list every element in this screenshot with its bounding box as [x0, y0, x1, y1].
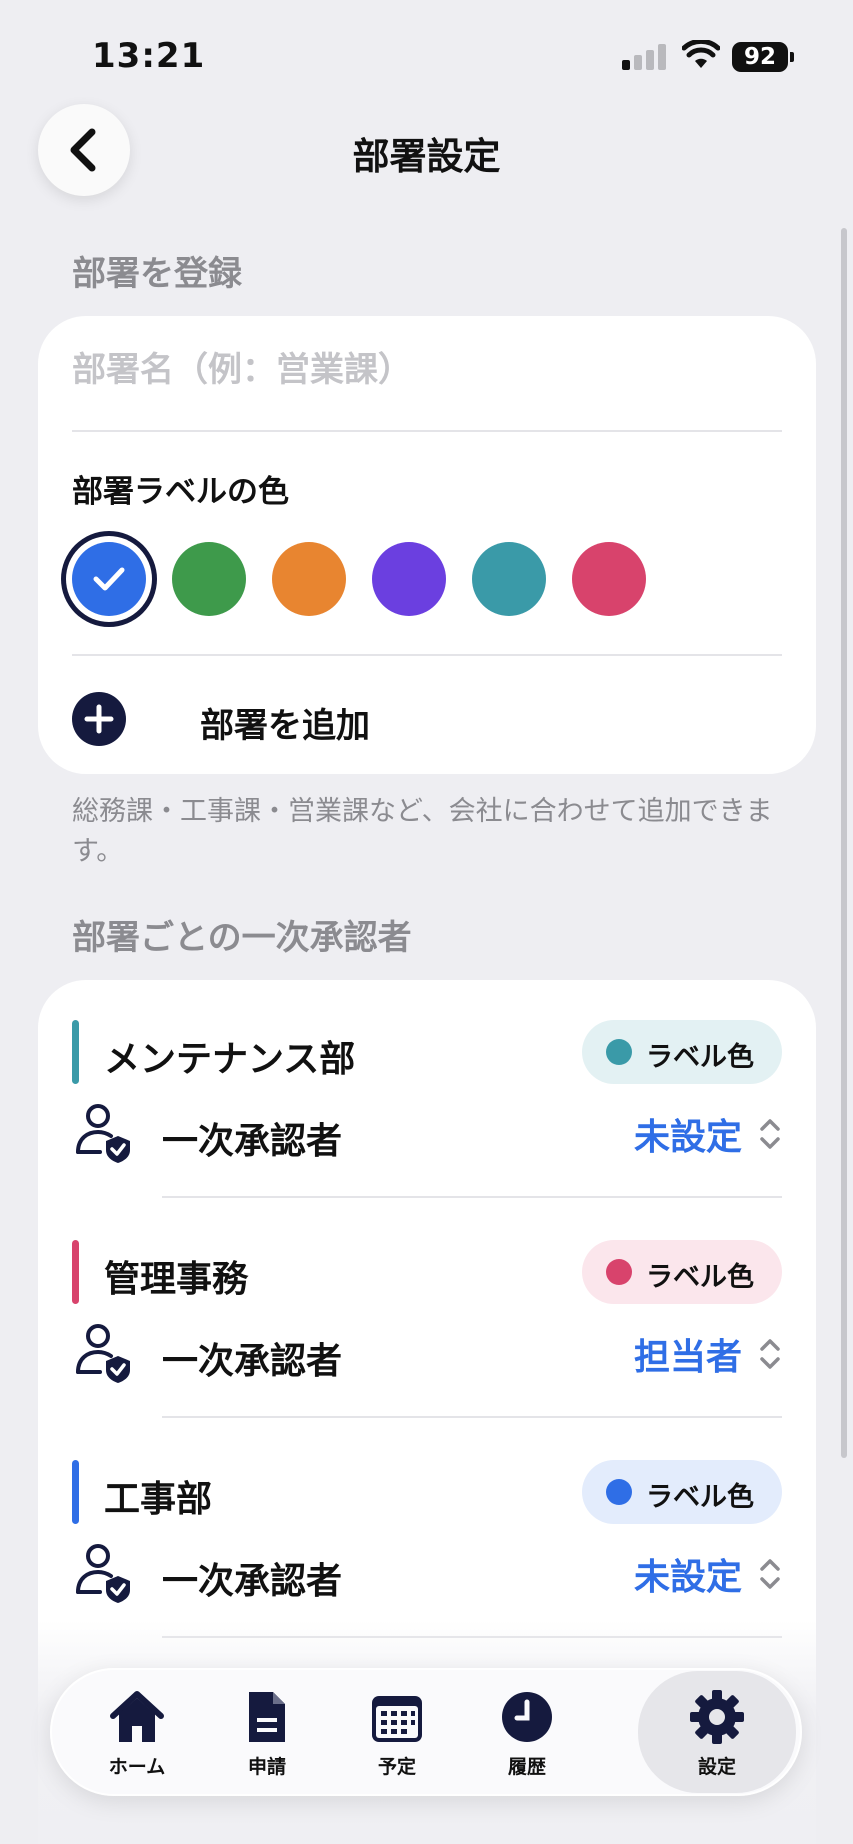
approver-value: 未設定	[633, 1117, 742, 1158]
divider	[72, 430, 782, 432]
tab-bar: ホーム 申請 予定 履歴 設定	[50, 1668, 802, 1796]
add-department-label: 部署を追加	[200, 706, 370, 746]
approver-value: 担当者	[633, 1337, 742, 1378]
status-bar: 13:21 92	[0, 0, 853, 110]
color-swatch[interactable]	[72, 542, 146, 616]
approver-select[interactable]: 未設定	[634, 1106, 782, 1162]
color-label: 部署ラベルの色	[72, 474, 289, 510]
badge-label: ラベル色	[646, 1042, 754, 1073]
department-name: 工事部	[104, 1479, 213, 1520]
department-row: 管理事務 ラベル色一次承認者 担当者	[38, 1200, 816, 1420]
department-row: メンテナンス部 ラベル色一次承認者 未設定	[38, 980, 816, 1200]
row-divider	[162, 1196, 782, 1198]
tab-history-label: 履歴	[507, 1756, 546, 1778]
tab-apply[interactable]: 申請	[202, 1670, 332, 1794]
label-color-badge[interactable]: ラベル色	[582, 1240, 782, 1304]
tab-home[interactable]: ホーム	[72, 1670, 202, 1794]
plus-icon	[72, 692, 126, 746]
add-department-button[interactable]: 部署を追加	[72, 676, 782, 762]
calendar-icon	[372, 1696, 422, 1742]
color-swatch[interactable]	[572, 542, 646, 616]
approver-select[interactable]: 担当者	[634, 1326, 782, 1382]
clock-icon	[502, 1692, 552, 1742]
chevron-up-down-icon	[760, 1119, 780, 1149]
department-name: 管理事務	[104, 1259, 249, 1300]
color-dot	[606, 1259, 632, 1285]
approver-label: 一次承認者	[162, 1561, 343, 1602]
department-color-bar	[72, 1020, 79, 1084]
color-swatch[interactable]	[372, 542, 446, 616]
color-dot	[606, 1039, 632, 1065]
divider	[72, 654, 782, 656]
status-time: 13:21	[92, 36, 206, 76]
wifi-icon	[682, 40, 720, 68]
tab-schedule[interactable]: 予定	[332, 1670, 462, 1794]
color-swatch[interactable]	[472, 542, 546, 616]
document-icon	[249, 1692, 285, 1742]
checkmark-icon	[72, 542, 146, 616]
tab-settings[interactable]: 設定	[652, 1670, 782, 1794]
department-name: メンテナンス部	[104, 1039, 356, 1080]
register-card: 部署ラベルの色 部署を追加	[38, 316, 816, 774]
color-dot	[606, 1479, 632, 1505]
approver-section-heading: 部署ごとの一次承認者	[72, 918, 412, 958]
department-color-bar	[72, 1460, 79, 1524]
color-swatch[interactable]	[172, 542, 246, 616]
person-check-icon	[76, 1324, 130, 1383]
page-title: 部署設定	[352, 135, 501, 178]
tab-apply-label: 申請	[247, 1756, 286, 1778]
home-icon	[110, 1691, 164, 1742]
approver-select[interactable]: 未設定	[634, 1546, 782, 1602]
tab-history[interactable]: 履歴	[462, 1670, 592, 1794]
battery-tip	[790, 52, 794, 62]
gear-icon	[690, 1690, 744, 1744]
register-section-heading: 部署を登録	[72, 254, 242, 294]
department-row: 工事部 ラベル色一次承認者 未設定	[38, 1420, 816, 1640]
approver-label: 一次承認者	[162, 1121, 343, 1162]
tab-home-label: ホーム	[108, 1756, 166, 1778]
color-swatch[interactable]	[272, 542, 346, 616]
label-color-badge[interactable]: ラベル色	[582, 1020, 782, 1084]
battery-indicator: 92	[732, 42, 788, 72]
tab-schedule-label: 予定	[377, 1756, 416, 1778]
tab-settings-label: 設定	[697, 1756, 736, 1778]
chevron-up-down-icon	[760, 1559, 780, 1589]
label-color-badge[interactable]: ラベル色	[582, 1460, 782, 1524]
department-color-bar	[72, 1240, 79, 1304]
person-check-icon	[76, 1104, 130, 1163]
chevron-up-down-icon	[760, 1339, 780, 1369]
badge-label: ラベル色	[646, 1482, 754, 1513]
helper-text: 総務課・工事課・営業課など、会社に合わせて追加できます。	[72, 796, 773, 867]
row-divider	[162, 1416, 782, 1418]
department-name-input[interactable]	[72, 350, 782, 390]
approver-label: 一次承認者	[162, 1341, 343, 1382]
scrollbar[interactable]	[841, 228, 847, 1458]
badge-label: ラベル色	[646, 1262, 754, 1293]
approver-value: 未設定	[633, 1557, 742, 1598]
signal-icon	[622, 44, 666, 70]
person-check-icon	[76, 1544, 130, 1603]
